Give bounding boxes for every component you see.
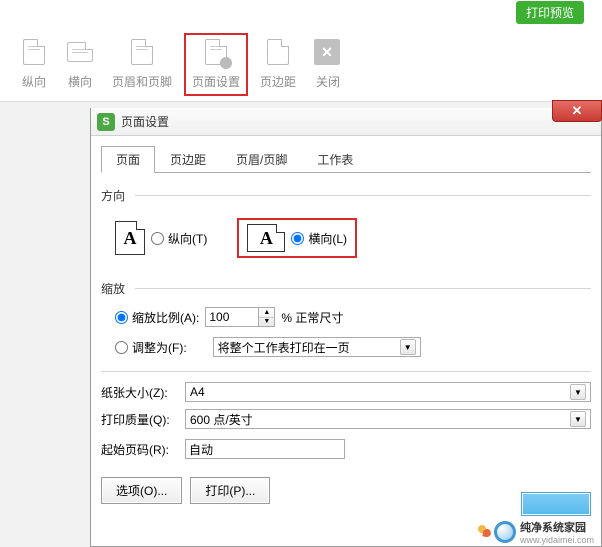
margins-icon <box>264 39 292 67</box>
tab-page[interactable]: 页面 <box>101 146 155 173</box>
tab-header-footer[interactable]: 页眉/页脚 <box>221 146 302 172</box>
toolbar-page-setup[interactable]: 页面设置 <box>184 33 248 96</box>
print-quality-combo[interactable]: 600 点/英寸 ▼ <box>185 409 591 429</box>
petal-icon <box>478 525 492 539</box>
scaling-fieldset: 缩放 缩放比例(A): ▲▼ % 正常尺寸 调整为(F): <box>101 280 591 357</box>
chevron-down-icon: ▼ <box>400 339 416 355</box>
watermark-title: 纯净系统家园 <box>520 519 594 535</box>
app-icon: S <box>97 113 115 131</box>
dialog-title-bar: S 页面设置 ✕ <box>91 108 601 136</box>
dialog-tabs: 页面 页边距 页眉/页脚 工作表 <box>101 146 591 173</box>
toolbar-margins[interactable]: 页边距 <box>254 35 302 94</box>
first-page-input[interactable] <box>185 439 345 459</box>
toolbar-close[interactable]: ✕ 关闭 <box>308 35 348 94</box>
paper-size-combo[interactable]: A4 ▼ <box>185 382 591 402</box>
fit-to-radio[interactable] <box>115 341 128 354</box>
toolbar-label: 横向 <box>68 73 92 90</box>
orientation-fieldset: 方向 A 纵向(T) A 横向(L) <box>101 187 591 258</box>
adjust-to-radio[interactable] <box>115 311 128 324</box>
paper-size-label: 纸张大小(Z): <box>101 384 185 401</box>
page-setup-dialog: S 页面设置 ✕ 页面 页边距 页眉/页脚 工作表 方向 A 纵向(T) <box>90 108 602 547</box>
landscape-radio[interactable] <box>291 232 304 245</box>
print-button[interactable]: 打印(P)... <box>190 477 270 504</box>
dialog-title: 页面设置 <box>121 113 169 130</box>
adjust-to-radio-label[interactable]: 缩放比例(A): <box>115 309 199 326</box>
toolbar-header-footer[interactable]: 页眉和页脚 <box>106 35 178 94</box>
watermark-url: www.yidaimei.com <box>520 535 594 545</box>
options-button[interactable]: 选项(O)... <box>101 477 182 504</box>
fit-to-combo[interactable]: 将整个工作表打印在一页 ▼ <box>213 337 421 357</box>
first-page-label: 起始页码(R): <box>101 441 185 458</box>
toolbar-label: 纵向 <box>22 73 46 90</box>
fit-to-radio-label[interactable]: 调整为(F): <box>115 339 187 356</box>
spinner-up[interactable]: ▲ <box>259 308 274 318</box>
tab-sheet[interactable]: 工作表 <box>302 146 368 172</box>
scale-spinner[interactable]: ▲▼ <box>259 307 275 327</box>
portrait-doc-icon <box>20 39 48 67</box>
toolbar-label: 页眉和页脚 <box>112 73 172 90</box>
normal-size-label: % 正常尺寸 <box>281 309 343 326</box>
watermark-logo-icon <box>494 521 516 543</box>
close-icon: ✕ <box>314 39 342 67</box>
watermark: 纯净系统家园 www.yidaimei.com <box>494 519 594 545</box>
header-footer-icon <box>128 39 156 67</box>
toolbar-label: 关闭 <box>316 73 340 90</box>
portrait-radio[interactable] <box>151 232 164 245</box>
scale-percent-input[interactable] <box>205 307 259 327</box>
divider <box>101 371 591 372</box>
page-setup-icon <box>202 39 230 67</box>
orientation-legend: 方向 <box>101 187 591 204</box>
toolbar-landscape[interactable]: 横向 <box>60 35 100 94</box>
landscape-preview-icon: A <box>247 224 285 252</box>
chevron-down-icon: ▼ <box>570 384 586 400</box>
landscape-doc-icon <box>66 39 94 67</box>
tab-margins[interactable]: 页边距 <box>155 146 221 172</box>
spinner-down[interactable]: ▼ <box>259 318 274 327</box>
landscape-highlight: A 横向(L) <box>237 218 357 258</box>
landscape-radio-label[interactable]: 横向(L) <box>291 230 347 247</box>
toolbar-portrait[interactable]: 纵向 <box>14 35 54 94</box>
portrait-preview-icon: A <box>115 221 145 255</box>
chevron-down-icon: ▼ <box>570 411 586 427</box>
print-preview-button[interactable]: 打印预览 <box>516 1 584 24</box>
dialog-close-button[interactable]: ✕ <box>552 100 602 122</box>
toolbar: 纵向 横向 页眉和页脚 页面设置 页边距 ✕ 关闭 <box>0 28 602 102</box>
portrait-radio-label[interactable]: 纵向(T) <box>151 230 207 247</box>
scaling-legend: 缩放 <box>101 280 591 297</box>
print-quality-label: 打印质量(Q): <box>101 411 185 428</box>
ok-button[interactable] <box>521 492 591 516</box>
toolbar-label: 页边距 <box>260 73 296 90</box>
toolbar-label: 页面设置 <box>192 73 240 90</box>
